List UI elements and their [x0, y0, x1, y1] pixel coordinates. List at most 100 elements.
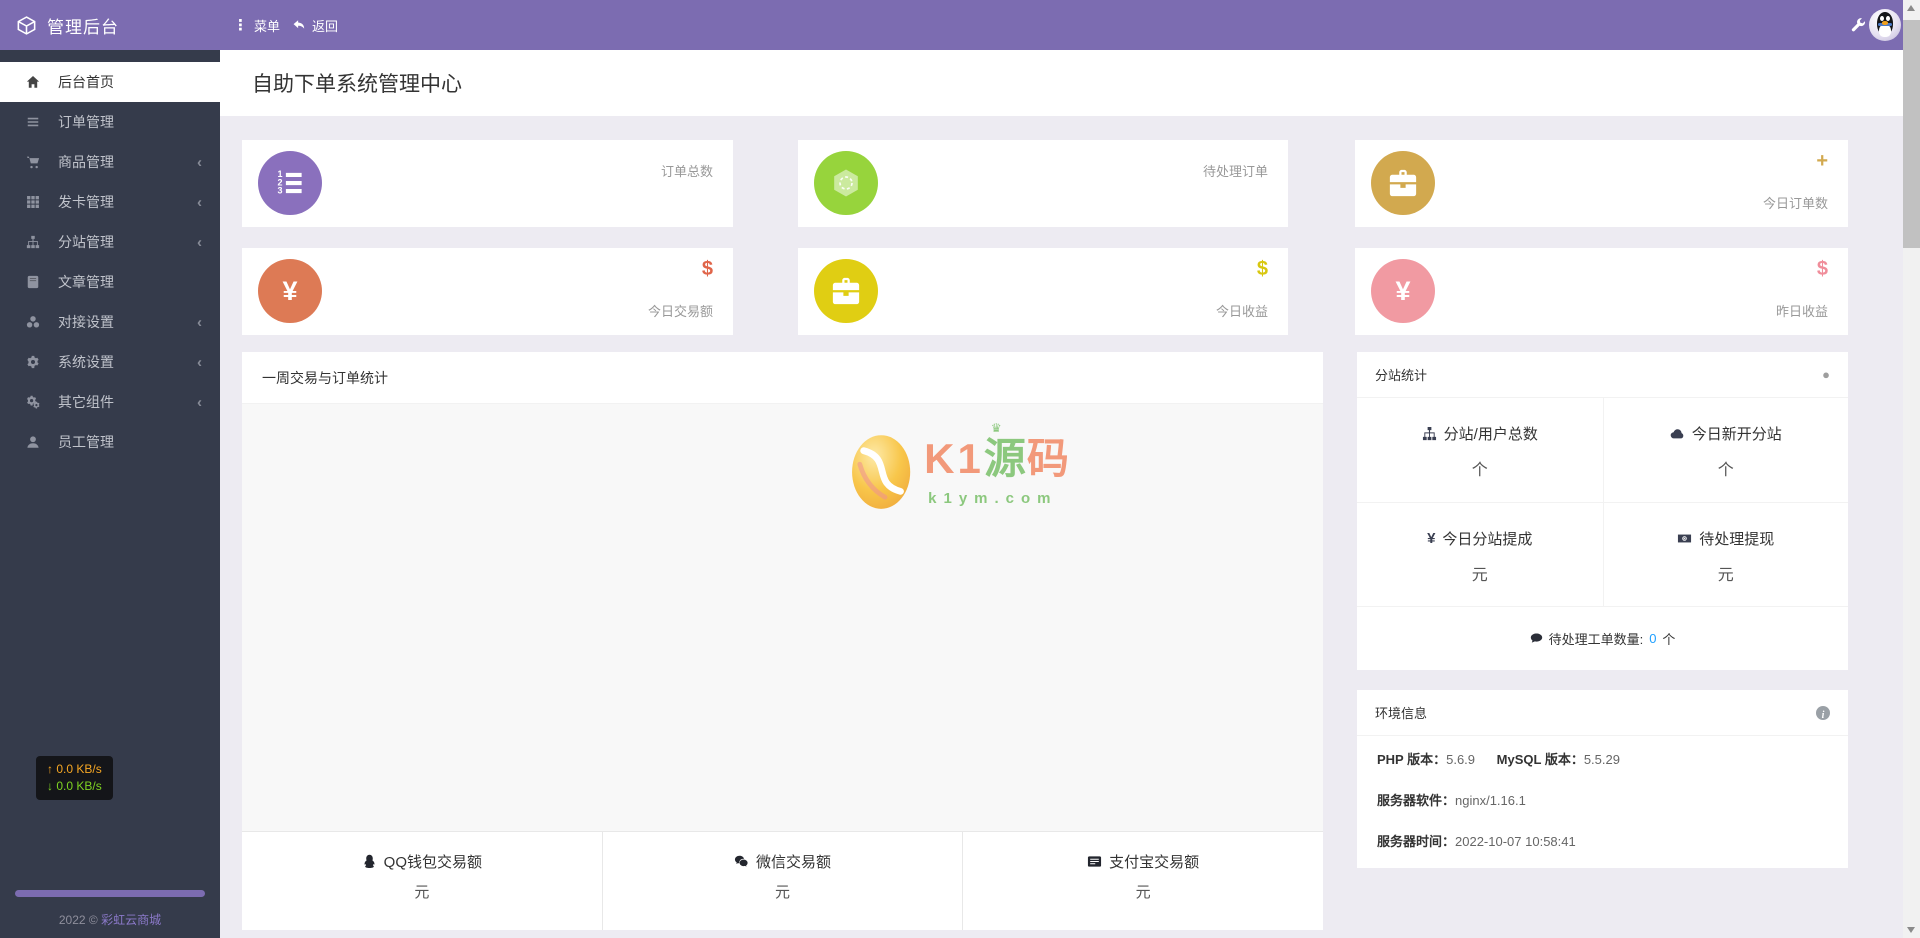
user-icon: [26, 435, 40, 449]
sidebar-item-products[interactable]: 商品管理 ‹: [0, 142, 220, 182]
book-icon: [26, 275, 40, 289]
stat-card-today-profit: $ 今日收益: [798, 248, 1288, 335]
scrollbar-thumb[interactable]: [1903, 20, 1920, 248]
chevron-left-icon: ‹: [197, 153, 202, 171]
stat-accent: $: [1816, 258, 1828, 280]
qq-wallet-stat: QQ钱包交易额 元: [242, 832, 602, 930]
environment-title: 环境信息: [1375, 706, 1428, 721]
stat-label: 订单总数: [660, 164, 713, 179]
sidebar-nav: 后台首页 订单管理 商品管理 ‹ 发卡管理 ‹ 分站管理 ‹ 文章管理 对接设置…: [0, 50, 220, 462]
ticket-label: 待处理工单数量:: [1548, 632, 1644, 647]
wrench-icon: [1851, 18, 1866, 33]
upload-speed: ↑ 0.0 KB/s: [47, 762, 102, 776]
download-speed: ↓ 0.0 KB/s: [47, 779, 102, 793]
wechat-stat: 微信交易额 元: [601, 832, 963, 930]
branch-title: 分站统计: [1375, 368, 1428, 383]
money-bill-icon: [1677, 531, 1692, 546]
sidebar-item-api[interactable]: 对接设置 ‹: [0, 302, 220, 342]
scroll-up-arrow[interactable]: [1907, 5, 1915, 11]
shop-link[interactable]: 彩虹云商城: [101, 913, 161, 927]
watermark-domain: k1ym.com: [928, 489, 1058, 507]
alipay-stat: 支付宝交易额 元: [962, 832, 1323, 930]
sidebar-item-system[interactable]: 系统设置 ‹: [0, 342, 220, 382]
branch-cell-commission: ¥ 今日分站提成 元: [1357, 502, 1603, 606]
cloud-icon: [1670, 426, 1685, 441]
settings-wrench-button[interactable]: [1851, 17, 1869, 35]
environment-card-header: 环境信息: [1357, 690, 1848, 736]
stat-label: 今日订单数: [1762, 196, 1828, 211]
stat-accent: +: [1816, 150, 1828, 172]
chevron-left-icon: ‹: [197, 233, 202, 251]
cogs-icon: [26, 395, 40, 409]
sidebar: 后台首页 订单管理 商品管理 ‹ 发卡管理 ‹ 分站管理 ‹ 文章管理 对接设置…: [0, 50, 220, 938]
yen-icon: ¥: [1427, 530, 1436, 547]
dot-badge-icon: ●: [1822, 367, 1830, 382]
sidebar-item-components[interactable]: 其它组件 ‹: [0, 382, 220, 422]
environment-card: 环境信息 PHP 版本：5.6.9 MySQL 版本：5.5.29 服务器软件：…: [1357, 690, 1848, 868]
user-avatar[interactable]: [1869, 9, 1901, 41]
env-row-server-time: 服务器时间：2022-10-07 10:58:41: [1377, 834, 1576, 849]
sidebar-item-branches[interactable]: 分站管理 ‹: [0, 222, 220, 262]
vertical-scrollbar[interactable]: [1903, 0, 1920, 938]
ticket-unit: 个: [1662, 632, 1676, 647]
ordered-list-icon: [258, 151, 322, 215]
branch-card-header: 分站统计 ●: [1357, 352, 1848, 398]
brand: 管理后台: [16, 0, 119, 50]
pending-tickets-row: 待处理工单数量: 0 个: [1357, 606, 1848, 670]
info-icon: [1816, 705, 1830, 720]
payment-stats-row: QQ钱包交易额 元 微信交易额 元 支付宝交易额 元: [242, 831, 1323, 930]
stat-unit: 元: [1135, 884, 1151, 901]
stat-accent: $: [1256, 258, 1268, 280]
back-button[interactable]: 返回: [292, 0, 338, 50]
yen-icon: ¥: [258, 259, 322, 323]
branch-cell-total: 分站/用户总数 个: [1357, 398, 1603, 502]
cart-icon: [26, 155, 40, 169]
reply-arrow-icon: [292, 18, 306, 32]
chart-area: [242, 404, 1323, 831]
admin-dashboard: 管理后台 ⋮ 菜单 返回 后台首页 订单管理 商品管理 ‹ 发卡管理 ‹ 分站管…: [0, 0, 1920, 938]
branch-cell-new-today: 今日新开分站 个: [1602, 398, 1849, 502]
branch-grid: 分站/用户总数 个 今日新开分站 个 ¥ 今日分站提成 元 待处理提现 元: [1357, 398, 1848, 606]
sidebar-progress-bar: [15, 890, 205, 897]
env-row-versions: PHP 版本：5.6.9 MySQL 版本：5.5.29: [1377, 752, 1620, 767]
branch-value: 个: [1717, 462, 1734, 479]
chevron-left-icon: ‹: [197, 393, 202, 411]
stat-card-today-orders: + 今日订单数: [1355, 140, 1848, 227]
stat-unit: 元: [414, 884, 430, 901]
menu-label: 菜单: [254, 18, 281, 34]
stat-label: 昨日收益: [1775, 304, 1828, 319]
stat-card-today-volume: ¥ $ 今日交易额: [242, 248, 733, 335]
scroll-down-arrow[interactable]: [1907, 927, 1915, 933]
sidebar-item-staff[interactable]: 员工管理: [0, 422, 220, 462]
stat-card-pending-orders: 待处理订单: [798, 140, 1288, 227]
branch-value: 元: [1717, 567, 1734, 584]
page-title: 自助下单系统管理中心: [252, 73, 462, 96]
vertical-dots-icon: ⋮: [233, 16, 248, 34]
menu-button[interactable]: ⋮ 菜单: [233, 0, 280, 50]
chart-card-header: 一周交易与订单统计: [242, 352, 1323, 404]
qq-penguin-icon: [362, 854, 377, 869]
stat-label: 今日收益: [1215, 304, 1268, 319]
sidebar-item-cards[interactable]: 发卡管理 ‹: [0, 182, 220, 222]
stat-label: 待处理订单: [1202, 164, 1268, 179]
weekly-chart-card: 一周交易与订单统计 QQ钱包交易额 元 微信交易额 元 支付宝交易额 元: [242, 352, 1323, 930]
stat-unit: 元: [775, 884, 791, 901]
sidebar-item-articles[interactable]: 文章管理: [0, 262, 220, 302]
brand-label: 管理后台: [47, 17, 119, 37]
stat-label: 今日交易额: [647, 304, 713, 319]
speech-bubble-icon: [1530, 632, 1543, 645]
chevron-left-icon: ‹: [197, 313, 202, 331]
egg-logo-icon: [852, 435, 911, 509]
sidebar-item-orders[interactable]: 订单管理: [0, 102, 220, 142]
chevron-left-icon: ‹: [197, 353, 202, 371]
gear-icon: [26, 355, 40, 369]
network-speed-overlay: ↑ 0.0 KB/s ↓ 0.0 KB/s: [36, 756, 113, 800]
sidebar-item-home[interactable]: 后台首页: [0, 62, 220, 102]
ticket-count: 0: [1649, 631, 1657, 646]
stat-card-total-orders: 订单总数: [242, 140, 733, 227]
yen-icon: ¥: [1371, 259, 1435, 323]
branch-value: 元: [1471, 567, 1488, 584]
hexagon-icon: [814, 151, 878, 215]
branch-cell-withdrawals: 待处理提现 元: [1602, 502, 1848, 606]
stat-accent: $: [701, 258, 713, 280]
